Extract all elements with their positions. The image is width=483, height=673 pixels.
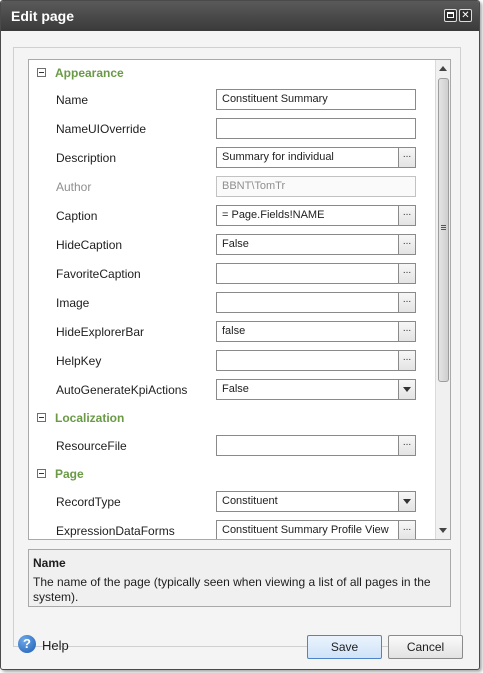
ellipsis-button[interactable]: ... — [398, 235, 415, 254]
prop-label-auto-generate-kpi-actions: AutoGenerateKpiActions — [56, 383, 188, 397]
scrollbar-thumb[interactable] — [438, 78, 449, 382]
prop-label-name-ui-override: NameUIOverride — [56, 122, 147, 136]
prop-label-resource-file: ResourceFile — [56, 439, 127, 453]
prop-label-expression-data-forms: ExpressionDataForms — [56, 524, 175, 538]
prop-label-caption: Caption — [56, 209, 98, 223]
auto-generate-kpi-actions-select[interactable]: False — [216, 379, 416, 400]
maximize-icon[interactable] — [444, 9, 457, 22]
ellipsis-button[interactable]: ... — [398, 264, 415, 283]
close-icon[interactable]: ✕ — [459, 9, 472, 22]
prop-label-name: Name — [56, 93, 89, 107]
property-grid: Appearance Name Constituent Summary Name… — [28, 59, 451, 540]
prop-label-favorite-caption: FavoriteCaption — [56, 267, 141, 281]
save-button[interactable]: Save — [307, 635, 382, 659]
prop-label-record-type: RecordType — [56, 495, 121, 509]
ellipsis-button[interactable]: ... — [398, 148, 415, 167]
ellipsis-button[interactable]: ... — [398, 293, 415, 312]
prop-label-help-key: HelpKey — [56, 354, 102, 368]
help-key-field[interactable]: ... — [216, 350, 416, 371]
collapse-icon[interactable] — [37, 413, 46, 422]
description-text: The name of the page (typically seen whe… — [33, 575, 431, 604]
expression-data-forms-field[interactable]: Constituent Summary Profile View... — [216, 520, 416, 539]
chevron-down-icon[interactable] — [398, 492, 415, 511]
collapse-icon[interactable] — [37, 68, 46, 77]
prop-label-author: Author — [56, 180, 92, 194]
image-field[interactable]: ... — [216, 292, 416, 313]
prop-label-hide-caption: HideCaption — [56, 238, 123, 252]
prop-label-description: Description — [56, 151, 117, 165]
property-description-panel: Name The name of the page (typically see… — [28, 549, 451, 607]
category-label: Page — [55, 467, 84, 481]
record-type-select[interactable]: Constituent — [216, 491, 416, 512]
description-field[interactable]: Summary for individual... — [216, 147, 416, 168]
ellipsis-button[interactable]: ... — [398, 521, 415, 539]
ellipsis-button[interactable]: ... — [398, 351, 415, 370]
caption-field[interactable]: = Page.Fields!NAME... — [216, 205, 416, 226]
collapse-icon[interactable] — [37, 469, 46, 478]
ellipsis-button[interactable]: ... — [398, 322, 415, 341]
resource-file-field[interactable]: ... — [216, 435, 416, 456]
category-label: Appearance — [55, 66, 124, 80]
author-field: BBNT\TomTr — [216, 176, 416, 197]
prop-label-image: Image — [56, 296, 90, 310]
help-label[interactable]: Help — [42, 638, 69, 653]
cancel-button[interactable]: Cancel — [388, 635, 463, 659]
title-bar[interactable]: Edit page ✕ — [1, 1, 479, 31]
ellipsis-button[interactable]: ... — [398, 436, 415, 455]
ellipsis-button[interactable]: ... — [398, 206, 415, 225]
prop-label-hide-explorer-bar: HideExplorerBar — [56, 325, 145, 339]
hide-explorer-bar-field[interactable]: false... — [216, 321, 416, 342]
scroll-down-arrow-icon[interactable] — [439, 528, 447, 533]
dialog-title: Edit page — [11, 8, 75, 24]
description-title: Name — [33, 556, 66, 570]
name-field[interactable]: Constituent Summary — [216, 89, 416, 110]
chevron-down-icon[interactable] — [398, 380, 415, 399]
name-ui-override-field[interactable] — [216, 118, 416, 139]
vertical-scrollbar[interactable] — [435, 60, 450, 539]
grip-icon — [441, 225, 446, 226]
scroll-up-arrow-icon[interactable] — [439, 66, 447, 71]
favorite-caption-field[interactable]: ... — [216, 263, 416, 284]
help-icon[interactable]: ? — [18, 635, 36, 653]
edit-page-dialog: Edit page ✕ Appearance Name Constituent … — [0, 0, 480, 670]
hide-caption-field[interactable]: False... — [216, 234, 416, 255]
category-label: Localization — [55, 411, 125, 425]
